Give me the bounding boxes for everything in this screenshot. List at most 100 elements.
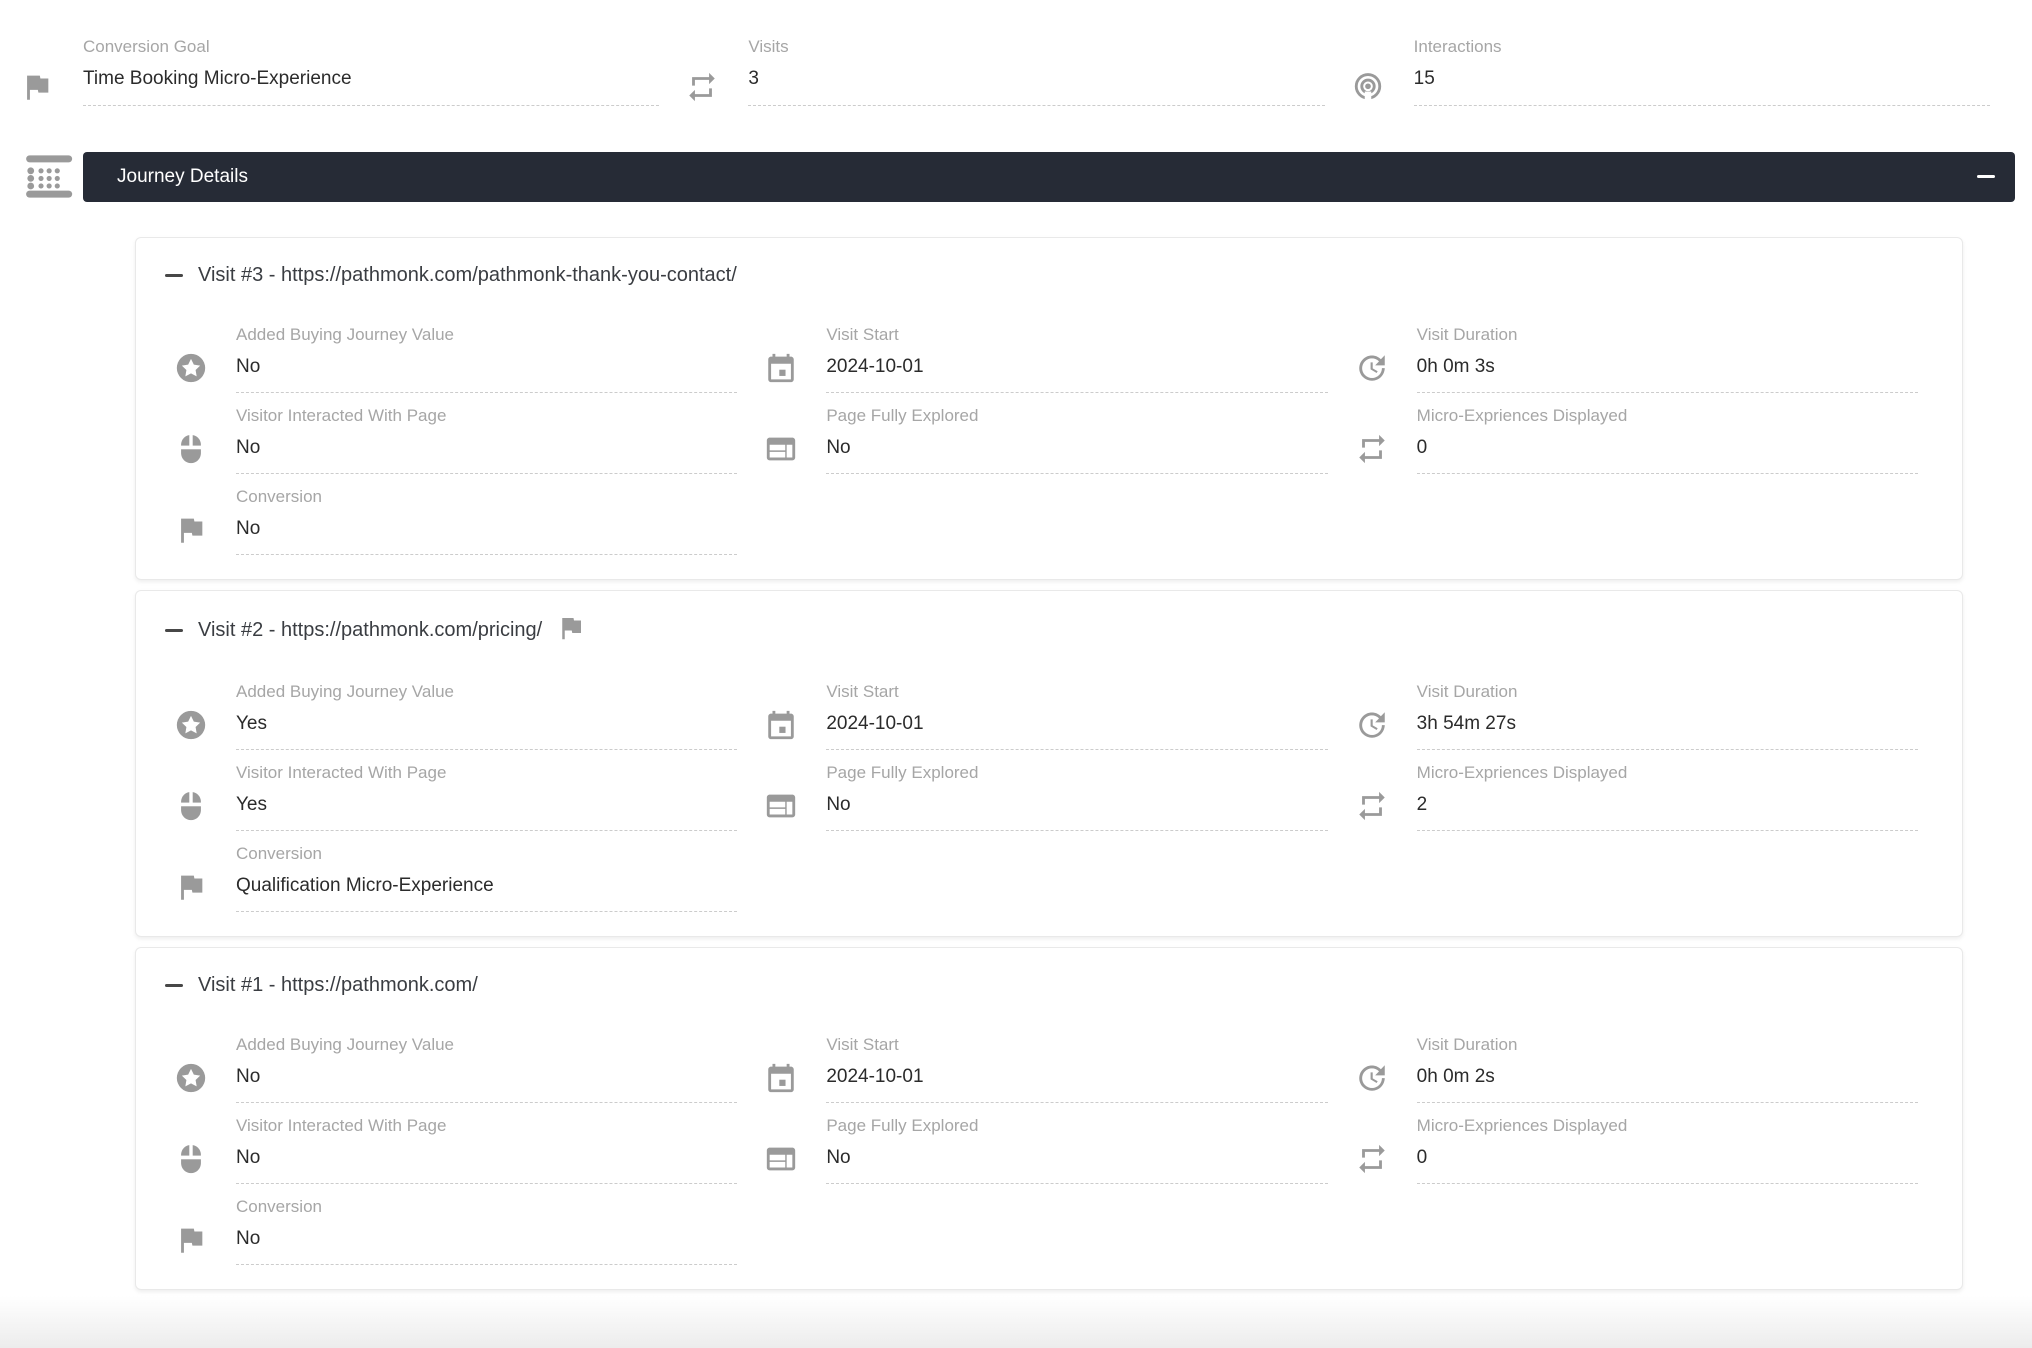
field-value: 0: [1417, 436, 1918, 474]
field-label: Page Fully Explored: [826, 405, 1327, 427]
field-label: Conversion: [236, 843, 737, 865]
flag-icon: [556, 613, 586, 643]
field-value: Yes: [236, 793, 737, 831]
collapse-section-button[interactable]: [1977, 169, 1995, 184]
field-label: Visit Start: [826, 324, 1327, 346]
star-circle-icon: [174, 1061, 208, 1095]
visit-field: Micro-Expriences Displayed 0: [1346, 1103, 1936, 1184]
visit-field: Page Fully Explored No: [755, 750, 1345, 831]
visit-field: Visit Duration 0h 0m 2s: [1346, 1022, 1936, 1103]
field-value: 0h 0m 3s: [1417, 355, 1918, 393]
field-value: 2024-10-01: [826, 712, 1327, 750]
field-value: No: [826, 793, 1327, 831]
visit-field: Visit Start 2024-10-01: [755, 312, 1345, 393]
field-value: Yes: [236, 712, 737, 750]
repeat-icon: [1355, 789, 1389, 823]
visit-fields: Added Buying Journey Value No Visit Star…: [165, 312, 1936, 555]
collapse-dash-icon: [165, 629, 183, 632]
visit-field: Conversion No: [165, 474, 755, 555]
visit-field: Visitor Interacted With Page No: [165, 393, 755, 474]
visit-card: Visit #2 - https://pathmonk.com/pricing/…: [135, 590, 1963, 937]
field-label: Micro-Expriences Displayed: [1417, 1115, 1918, 1137]
field-label: Page Fully Explored: [826, 1115, 1327, 1137]
metric-value: Time Booking Micro-Experience: [83, 67, 659, 106]
field-label: Visit Duration: [1417, 1034, 1918, 1056]
web-page-icon: [764, 432, 798, 466]
flag-icon: [174, 513, 208, 547]
web-page-icon: [764, 789, 798, 823]
metric-label: Interactions: [1414, 36, 1990, 58]
visit-card: Visit #1 - https://pathmonk.com/ Added B…: [135, 947, 1963, 1290]
field-label: Visit Start: [826, 1034, 1327, 1056]
flag-icon: [20, 70, 54, 104]
minus-icon: [1977, 175, 1995, 178]
metric-value: 15: [1414, 67, 1990, 106]
mouse-icon: [174, 789, 208, 823]
field-value: No: [236, 517, 737, 555]
visit-field: Visit Start 2024-10-01: [755, 669, 1345, 750]
visit-card-header[interactable]: Visit #1 - https://pathmonk.com/: [165, 972, 1936, 998]
field-value: No: [826, 436, 1327, 474]
visit-card-header[interactable]: Visit #2 - https://pathmonk.com/pricing/: [165, 615, 1936, 645]
field-value: Qualification Micro-Experience: [236, 874, 737, 912]
field-label: Visit Start: [826, 681, 1327, 703]
visit-field: Visitor Interacted With Page No: [165, 1103, 755, 1184]
field-label: Micro-Expriences Displayed: [1417, 405, 1918, 427]
field-label: Visitor Interacted With Page: [236, 405, 737, 427]
visit-field: Visit Duration 3h 54m 27s: [1346, 669, 1936, 750]
star-circle-icon: [174, 708, 208, 742]
star-circle-icon: [174, 351, 208, 385]
visit-field: Conversion Qualification Micro-Experienc…: [165, 831, 755, 912]
metric-label: Visits: [748, 36, 1324, 58]
field-label: Conversion: [236, 1196, 737, 1218]
field-value: 2024-10-01: [826, 355, 1327, 393]
visit-title: Visit #1 - https://pathmonk.com/: [198, 972, 478, 998]
visit-card-header[interactable]: Visit #3 - https://pathmonk.com/pathmonk…: [165, 262, 1936, 288]
journey-details-bar: Journey Details: [83, 152, 2015, 202]
visit-field: Added Buying Journey Value No: [165, 1022, 755, 1103]
metric-visits: Visits 3: [659, 36, 1324, 106]
visit-field: Added Buying Journey Value Yes: [165, 669, 755, 750]
visit-field: Visit Start 2024-10-01: [755, 1022, 1345, 1103]
field-label: Visit Duration: [1417, 681, 1918, 703]
metric-label: Conversion Goal: [83, 36, 659, 58]
field-label: Visitor Interacted With Page: [236, 762, 737, 784]
repeat-icon: [685, 70, 719, 104]
visit-title: Visit #3 - https://pathmonk.com/pathmonk…: [198, 262, 737, 288]
field-label: Micro-Expriences Displayed: [1417, 762, 1918, 784]
repeat-icon: [1355, 1142, 1389, 1176]
field-label: Added Buying Journey Value: [236, 324, 737, 346]
visit-field: Micro-Expriences Displayed 2: [1346, 750, 1936, 831]
visit-field: Conversion No: [165, 1184, 755, 1265]
calendar-icon: [764, 1061, 798, 1095]
page-bottom-fade: [0, 1296, 2032, 1348]
visit-field: Page Fully Explored No: [755, 393, 1345, 474]
flag-icon: [174, 870, 208, 904]
field-value: 2024-10-01: [826, 1065, 1327, 1103]
field-value: 0: [1417, 1146, 1918, 1184]
field-label: Added Buying Journey Value: [236, 681, 737, 703]
web-page-icon: [764, 1142, 798, 1176]
section-title: Journey Details: [117, 166, 248, 188]
field-value: No: [236, 436, 737, 474]
visit-fields: Added Buying Journey Value No Visit Star…: [165, 1022, 1936, 1265]
metric-value: 3: [748, 67, 1324, 106]
interactions-icon: [1351, 70, 1385, 104]
metric-conversion-goal: Conversion Goal Time Booking Micro-Exper…: [20, 36, 659, 106]
field-value: No: [236, 355, 737, 393]
field-value: No: [826, 1146, 1327, 1184]
journey-details-section-header: Journey Details: [0, 144, 2032, 209]
visit-card: Visit #3 - https://pathmonk.com/pathmonk…: [135, 237, 1963, 580]
clock-icon: [1355, 1061, 1389, 1095]
mouse-icon: [174, 432, 208, 466]
field-label: Visit Duration: [1417, 324, 1918, 346]
mouse-icon: [174, 1142, 208, 1176]
visit-field: Added Buying Journey Value No: [165, 312, 755, 393]
field-value: No: [236, 1065, 737, 1103]
collapse-dash-icon: [165, 274, 183, 277]
field-value: No: [236, 1146, 737, 1184]
field-label: Conversion: [236, 486, 737, 508]
metric-interactions: Interactions 15: [1325, 36, 1990, 106]
field-label: Added Buying Journey Value: [236, 1034, 737, 1056]
visit-fields: Added Buying Journey Value Yes Visit Sta…: [165, 669, 1936, 912]
